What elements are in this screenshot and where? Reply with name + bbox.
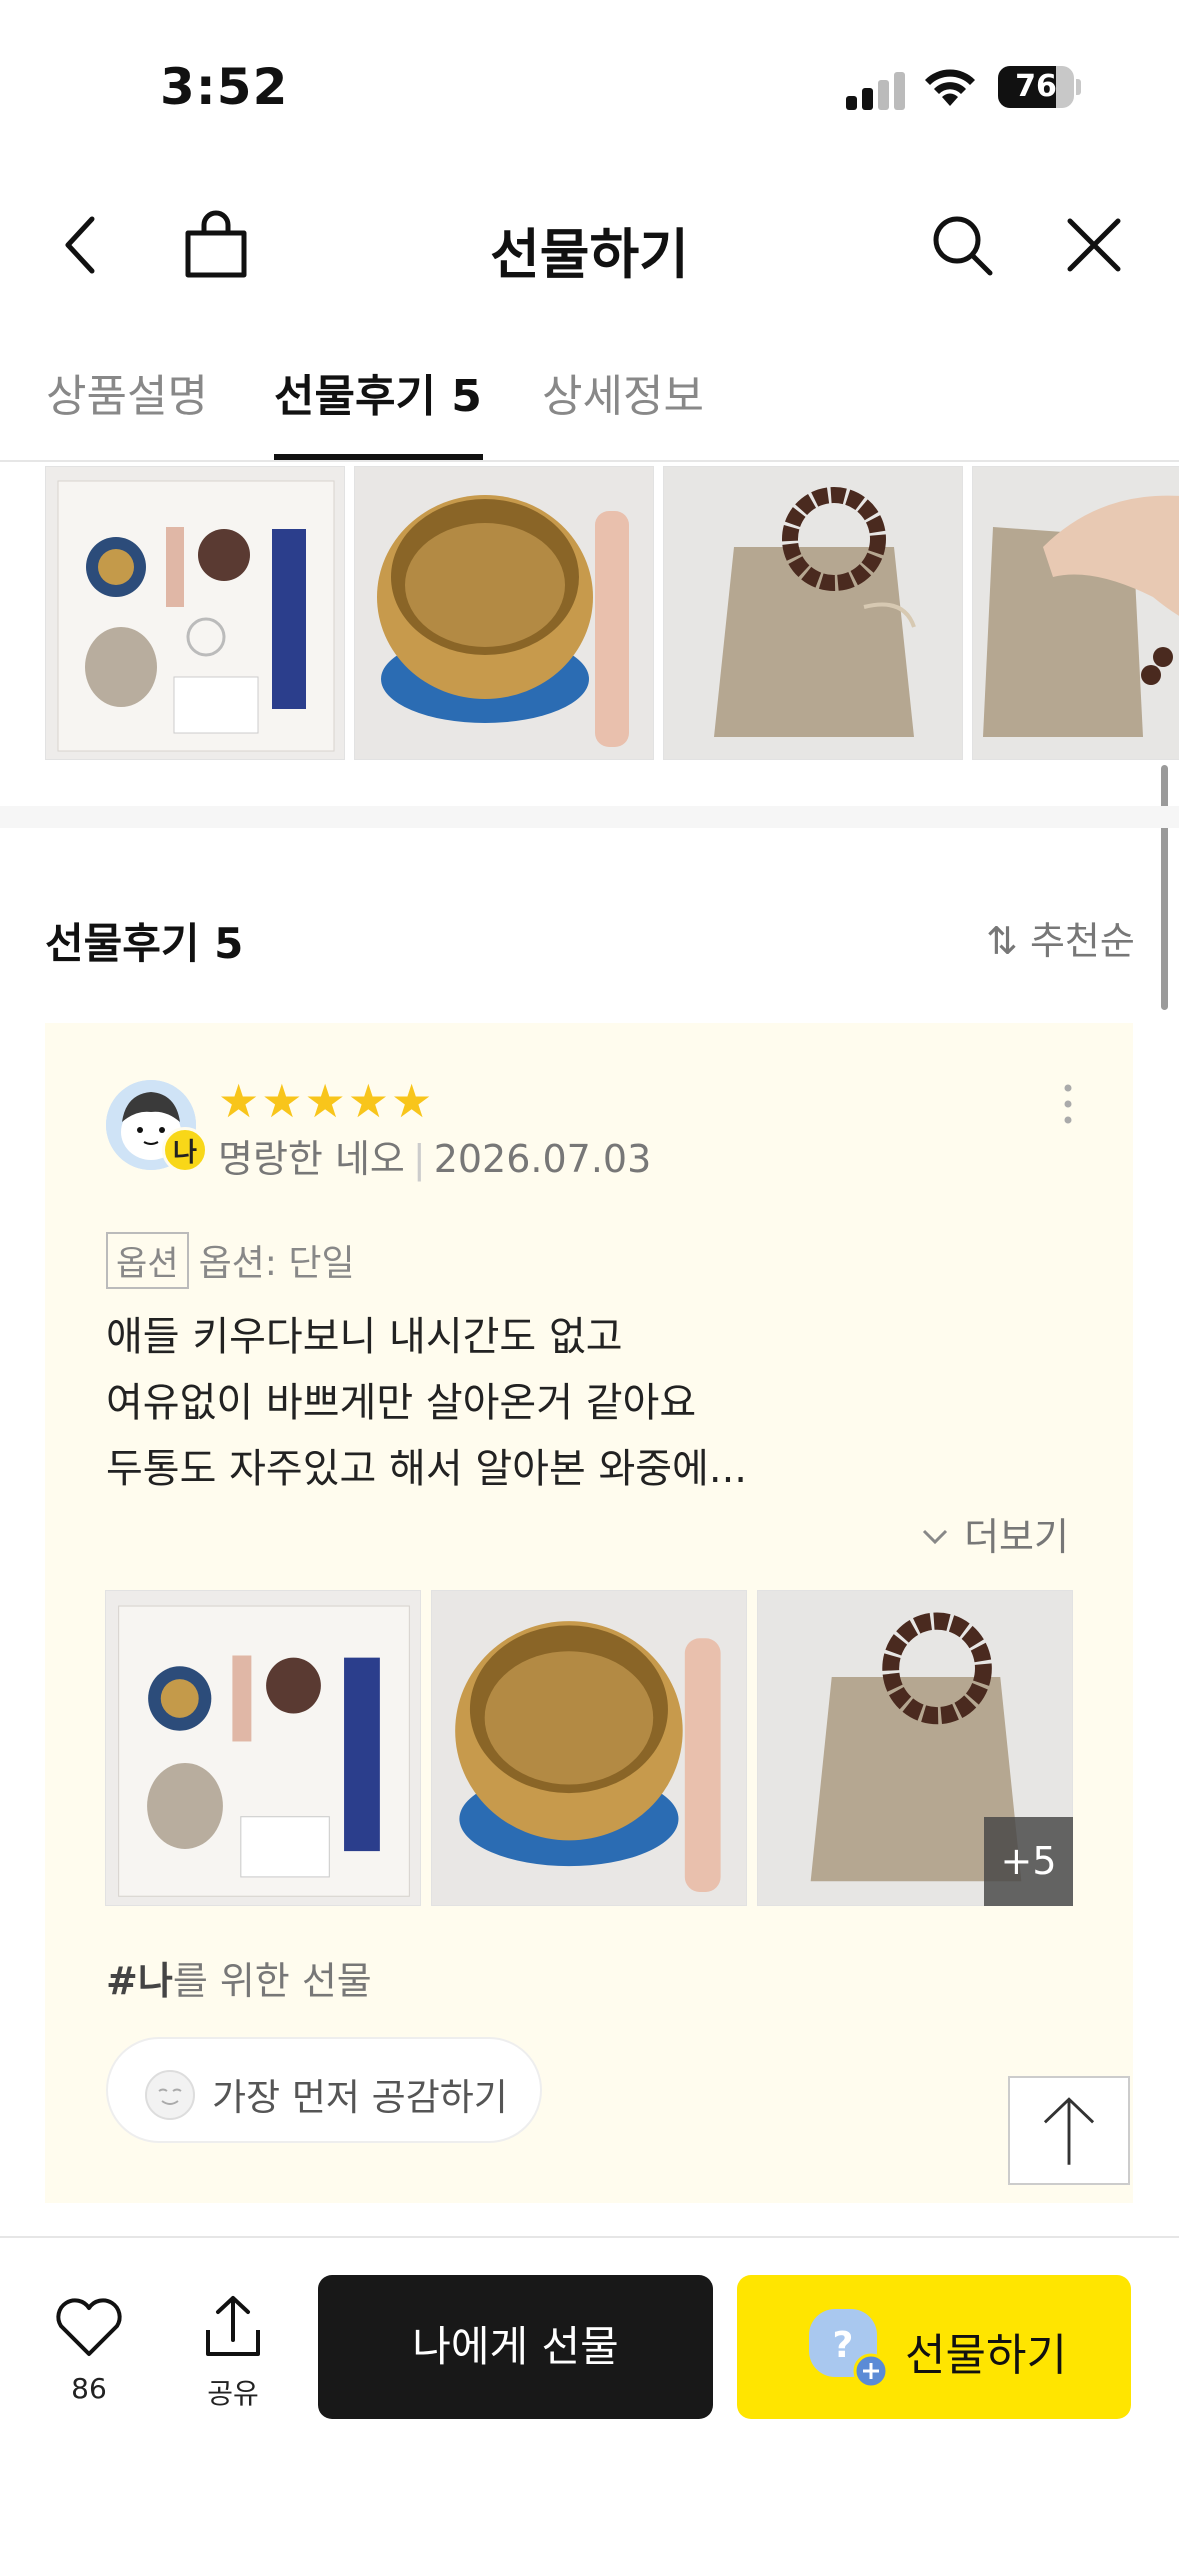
hand-bracelet-photo xyxy=(973,467,1179,759)
more-options-icon[interactable] xyxy=(1053,1080,1083,1130)
option-text: 옵션: 단일 xyxy=(198,1243,355,1284)
like-button[interactable]: 86 xyxy=(34,2290,144,2410)
read-more-label: 더보기 xyxy=(964,1515,1069,1559)
svg-text:?: ? xyxy=(833,2325,854,2366)
review-image[interactable] xyxy=(431,1590,747,1906)
close-icon[interactable] xyxy=(1054,205,1134,285)
review-photo-strip[interactable] xyxy=(45,466,1179,760)
read-more-button[interactable]: 더보기 xyxy=(918,1506,1069,1561)
wifi-icon xyxy=(925,69,975,106)
empathy-label: 가장 먼저 공감하기 xyxy=(212,2076,508,2119)
reviews-section-title: 선물후기 5 xyxy=(45,919,244,968)
gift-box-photo xyxy=(46,467,344,759)
sort-label: 추천순 xyxy=(1029,919,1135,963)
share-button[interactable]: 공유 xyxy=(178,2290,288,2410)
hashtag[interactable]: #나를 위한 선물 xyxy=(106,1950,372,2005)
meta-divider: | xyxy=(412,1137,426,1181)
chevron-down-icon xyxy=(922,1529,948,1545)
review-image[interactable] xyxy=(105,1590,421,1906)
review-meta: 명랑한 네오 | 2026.07.03 xyxy=(218,1128,651,1183)
cellular-signal-icon xyxy=(846,70,906,110)
like-count: 86 xyxy=(71,2372,107,2405)
active-tab-indicator xyxy=(274,454,483,460)
review-text-line: 두통도 자주있고 해서 알아본 와중에... xyxy=(106,1446,748,1492)
share-label: 공유 xyxy=(207,2377,259,2410)
review-date: 2026.07.03 xyxy=(433,1137,652,1181)
shopping-bag-icon[interactable] xyxy=(176,205,256,285)
singing-bowl-photo xyxy=(432,1591,746,1905)
send-gift-label: 선물하기 xyxy=(905,2330,1067,2381)
gift-to-self-button[interactable]: 나에게 선물 xyxy=(318,2275,713,2419)
tab-gift-reviews[interactable]: 선물후기 5 xyxy=(274,360,482,424)
section-divider xyxy=(0,806,1179,828)
battery-percent: 76 xyxy=(1015,69,1057,104)
back-arrow-icon[interactable] xyxy=(44,205,124,285)
app-screen: 3:52 76 선물하기 상품설명 선물후기 5 상세정보 선물후기 5 ⇅ 추… xyxy=(0,0,1179,2556)
review-author: 명랑한 네오 xyxy=(218,1137,405,1181)
search-icon[interactable] xyxy=(922,205,1002,285)
heart-icon xyxy=(56,2298,122,2356)
hashtag-rest: 를 위한 선물 xyxy=(172,1959,372,2003)
scroll-to-top-icon[interactable] xyxy=(1008,2076,1130,2185)
top-nav-bar: 선물하기 xyxy=(0,190,1179,300)
sort-button[interactable]: ⇅ 추천순 xyxy=(986,910,1135,965)
gift-friend-icon: ? xyxy=(809,2309,889,2389)
hashtag-bold: #나 xyxy=(106,1959,173,2003)
empathy-button[interactable]: 가장 먼저 공감하기 xyxy=(106,2037,542,2143)
review-text-line: 여유없이 바쁘게만 살아온거 같아요 xyxy=(106,1380,697,1426)
gift-box-photo xyxy=(106,1591,420,1905)
photo-thumbnail[interactable] xyxy=(972,466,1179,760)
photo-thumbnail[interactable] xyxy=(663,466,963,760)
me-badge: 나 xyxy=(162,1127,208,1173)
review-option: 옵션 옵션: 단일 xyxy=(106,1232,355,1289)
share-icon xyxy=(206,2296,260,2356)
more-images-count[interactable]: +5 xyxy=(984,1817,1073,1906)
send-gift-button[interactable]: ? 선물하기 xyxy=(737,2275,1131,2419)
tab-detail-info[interactable]: 상세정보 xyxy=(542,360,704,424)
scrollbar[interactable] xyxy=(1161,765,1168,1010)
bracelet-pouch-photo xyxy=(664,467,962,759)
star-rating: ★★★★★ xyxy=(218,1074,435,1128)
status-bar: 3:52 76 xyxy=(0,0,1179,170)
status-time: 3:52 xyxy=(160,58,289,116)
photo-thumbnail[interactable] xyxy=(354,466,654,760)
battery-icon: 76 xyxy=(998,66,1081,108)
review-text-line: 애들 키우다보니 내시간도 없고 xyxy=(106,1314,623,1360)
tab-bar: 상품설명 선물후기 5 상세정보 xyxy=(0,340,1179,462)
photo-thumbnail[interactable] xyxy=(45,466,345,760)
smile-face-icon xyxy=(145,2070,195,2120)
sort-arrows-icon: ⇅ xyxy=(986,919,1018,963)
option-tag: 옵션 xyxy=(106,1232,189,1289)
tab-product-description[interactable]: 상품설명 xyxy=(46,360,208,424)
singing-bowl-photo xyxy=(355,467,653,759)
